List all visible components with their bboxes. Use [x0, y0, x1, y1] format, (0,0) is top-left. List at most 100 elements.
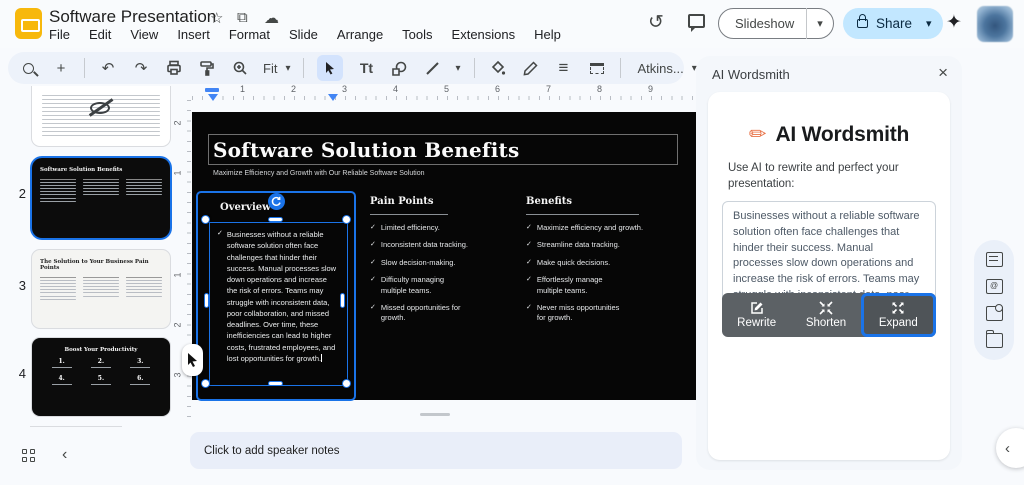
rotate-handle-icon[interactable] [268, 193, 285, 210]
check-icon: ✓ [370, 303, 376, 323]
mouse-cursor [182, 344, 203, 376]
move-folder-icon[interactable]: ⧉ [237, 9, 248, 26]
shapes-tool-icon[interactable] [389, 58, 409, 78]
menu-arrange[interactable]: Arrange [337, 27, 383, 42]
slide-subtitle[interactable]: Maximize Efficiency and Growth with Our … [213, 170, 425, 177]
slide-canvas[interactable]: Software Solution Benefits Maximize Effi… [192, 112, 697, 400]
overview-textbox[interactable]: ✓ Businesses without a reliable software… [209, 222, 348, 386]
redo-icon[interactable]: ↷ [131, 58, 151, 78]
image-search-icon[interactable] [986, 306, 1003, 321]
gemini-spark-icon[interactable]: ✦ [946, 11, 962, 34]
overview-heading[interactable]: Overview [220, 202, 271, 213]
pencil-icon: ✏ [749, 122, 767, 147]
share-caret-icon[interactable]: ▾ [922, 17, 943, 30]
fill-color-icon[interactable] [488, 58, 508, 78]
ruler-tab-triangle[interactable] [328, 94, 338, 106]
document-title[interactable]: Software Presentation [49, 7, 216, 27]
search-menus-icon[interactable] [18, 58, 38, 78]
ruler-indent-triangle[interactable] [208, 94, 218, 106]
close-icon[interactable]: × [938, 63, 948, 83]
theme-select[interactable]: Atkins... ▾ [634, 61, 701, 76]
expand-button[interactable]: Expand [861, 293, 936, 337]
thumbnail-slide-3[interactable]: The Solution to Your Business Pain Point… [32, 250, 170, 328]
comment-icon[interactable] [688, 14, 705, 28]
menu-insert[interactable]: Insert [177, 27, 210, 42]
rewrite-button[interactable]: Rewrite [722, 293, 791, 337]
paint-format-icon[interactable] [197, 58, 217, 78]
ruler-indent-marker[interactable] [205, 88, 219, 92]
slides-logo[interactable] [15, 8, 42, 39]
undo-icon[interactable]: ↶ [98, 58, 118, 78]
top-bar: Software Presentation ☆ ⧉ ☁ File Edit Vi… [0, 0, 1024, 48]
pain-points-column[interactable]: Pain Points ✓Limited efficiency. ✓Incons… [370, 196, 470, 323]
resize-handle[interactable] [201, 215, 210, 224]
resize-handle[interactable] [342, 215, 351, 224]
resize-handle[interactable] [204, 293, 209, 308]
zoom-in-icon[interactable] [230, 58, 250, 78]
text-box-tool[interactable]: Tt [356, 58, 376, 78]
folder-icon[interactable] [986, 333, 1003, 348]
slide-number: 4 [10, 366, 26, 381]
line-tool-icon[interactable] [422, 58, 442, 78]
thumbnail-slide-2[interactable]: Software Solution Benefits [32, 158, 170, 238]
check-icon: ✓ [526, 303, 532, 323]
share-button[interactable]: Share ▾ [843, 8, 943, 39]
menu-slide[interactable]: Slide [289, 27, 318, 42]
pain-points-heading: Pain Points [370, 196, 470, 207]
collapse-filmstrip-icon[interactable]: ‹ [62, 446, 67, 464]
slide-number: 2 [10, 186, 26, 201]
slideshow-button[interactable]: Slideshow ▾ [718, 8, 834, 39]
line-caret-icon[interactable]: ▾ [455, 63, 460, 74]
lock-icon [857, 19, 868, 28]
resize-handle[interactable] [342, 379, 351, 388]
resize-handle[interactable] [201, 379, 210, 388]
horizontal-ruler: 1 2 3 4 5 6 7 8 9 [192, 86, 700, 100]
border-dash-icon[interactable] [587, 58, 607, 78]
check-icon: ✓ [526, 258, 532, 268]
menu-extensions[interactable]: Extensions [452, 27, 516, 42]
border-weight-icon[interactable]: ≡ [554, 58, 574, 78]
resize-handle[interactable] [268, 381, 283, 386]
zoom-fit-select[interactable]: Fit ▾ [263, 61, 290, 76]
slideshow-caret-icon[interactable]: ▾ [807, 17, 833, 30]
slide-number: 3 [10, 278, 26, 293]
collapse-panel-icon[interactable]: ‹ [996, 428, 1024, 468]
version-history-icon[interactable]: ↺ [648, 11, 664, 34]
thumbnail-slide-1[interactable] [32, 86, 170, 146]
ai-wordsmith-panel: AI Wordsmith × ✏ AI Wordsmith Use AI to … [696, 56, 962, 470]
menu-tools[interactable]: Tools [402, 27, 432, 42]
text-cursor [321, 354, 322, 362]
ai-text-input[interactable]: Businesses without a reliable software s… [722, 201, 936, 305]
fit-caret-icon: ▾ [285, 63, 290, 74]
ai-card-title: AI Wordsmith [775, 123, 909, 147]
new-slide-plus-icon[interactable]: + [51, 58, 71, 78]
ai-card-subtitle: Use AI to rewrite and perfect your prese… [728, 160, 930, 192]
menu-format[interactable]: Format [229, 27, 270, 42]
shorten-button[interactable]: Shorten [791, 293, 860, 337]
overview-selection-box[interactable]: Overview ✓ Businesses without a reliable… [196, 191, 356, 401]
menu-help[interactable]: Help [534, 27, 561, 42]
print-icon[interactable] [164, 58, 184, 78]
select-tool-icon[interactable] [317, 55, 343, 81]
menu-view[interactable]: View [130, 27, 158, 42]
slide-title-placeholder[interactable]: Software Solution Benefits [208, 134, 678, 165]
check-icon: ✓ [526, 223, 532, 233]
thumbnail-slide-4[interactable]: Boost Your Productivity 1. 2. 3. 4. 5. 6… [32, 338, 170, 416]
menu-edit[interactable]: Edit [89, 27, 111, 42]
speaker-notes-input[interactable]: Click to add speaker notes [190, 432, 682, 469]
notes-resize-handle[interactable] [420, 413, 450, 416]
benefits-column[interactable]: Benefits ✓Maximize efficiency and growth… [526, 196, 644, 323]
doc-card-icon[interactable] [986, 252, 1003, 267]
resize-handle[interactable] [340, 293, 345, 308]
star-icon[interactable]: ☆ [210, 9, 223, 27]
menu-file[interactable]: File [49, 27, 70, 42]
ai-wordsmith-card: ✏ AI Wordsmith Use AI to rewrite and per… [708, 92, 950, 460]
check-icon: ✓ [370, 223, 376, 233]
border-color-pen-icon[interactable] [521, 58, 541, 78]
ai-actions-bar: Rewrite Shorten Expand [722, 293, 936, 337]
copies-icon[interactable]: @ [986, 279, 1003, 294]
user-avatar[interactable] [977, 6, 1013, 42]
check-icon: ✓ [526, 275, 532, 295]
resize-handle[interactable] [268, 217, 283, 222]
grid-view-icon[interactable] [22, 449, 35, 462]
